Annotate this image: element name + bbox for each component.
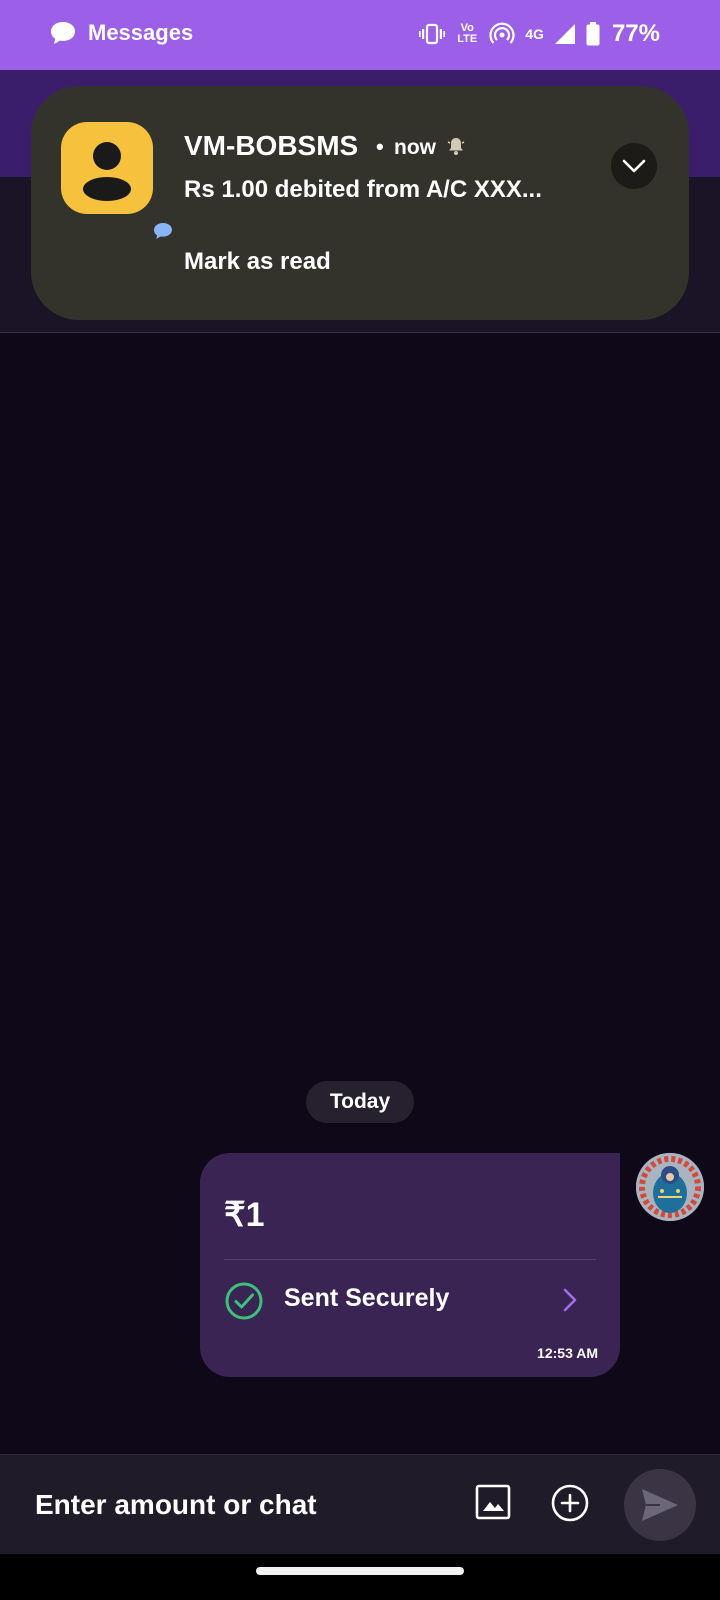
vibrate-icon	[419, 23, 446, 45]
bell-icon	[447, 138, 465, 155]
message-timestamp: 12:53 AM	[537, 1345, 598, 1361]
signal-icon	[554, 24, 575, 44]
status-bar-right: Vo LTE 4G 77%	[419, 20, 660, 48]
heads-up-notification[interactable]: VM-BOBSMS • now Rs 1.00 debited from A/C…	[31, 86, 689, 320]
hotspot-icon	[489, 22, 515, 44]
battery-percent: 77%	[611, 20, 660, 47]
gallery-icon[interactable]	[475, 1484, 511, 1520]
payment-status: Sent Securely	[284, 1284, 450, 1312]
status-bar: Messages Vo LTE 4G 77%	[0, 0, 720, 70]
status-bar-left: Messages	[50, 20, 193, 46]
mark-as-read-button[interactable]: Mark as read	[184, 248, 331, 276]
message-composer: Enter amount or chat	[0, 1454, 720, 1555]
amount-or-chat-input[interactable]: Enter amount or chat	[35, 1489, 317, 1521]
message-badge-icon	[154, 223, 172, 239]
messages-badge	[153, 222, 187, 256]
notification-time: now	[394, 136, 436, 159]
contact-avatar	[61, 122, 187, 256]
expand-notification-button[interactable]	[611, 143, 657, 189]
navigation-bar	[0, 1554, 720, 1600]
notification-sender: VM-BOBSMS	[184, 130, 359, 161]
volte-indicator: Vo LTE	[457, 22, 478, 45]
date-label: Today	[329, 1090, 391, 1113]
profile-photo	[636, 1153, 704, 1221]
send-button[interactable]	[624, 1469, 696, 1541]
status-app-name: Messages	[88, 20, 194, 45]
check-circle-icon	[225, 1282, 263, 1320]
battery-icon	[586, 22, 600, 46]
profile-avatar[interactable]	[636, 1153, 704, 1221]
date-separator: Today	[306, 1081, 414, 1123]
network-type: 4G	[525, 26, 544, 42]
notification-separator: •	[376, 134, 384, 159]
notification-body: Rs 1.00 debited from A/C XXX...	[184, 176, 542, 203]
chevron-down-icon	[622, 159, 646, 173]
payment-message-bubble[interactable]: ₹1 Sent Securely 12:53 AM	[200, 1153, 620, 1377]
add-attachment-icon[interactable]	[550, 1483, 590, 1523]
person-icon	[83, 142, 131, 201]
send-icon	[642, 1489, 678, 1521]
bubble-divider	[224, 1259, 596, 1260]
home-gesture-handle[interactable]	[256, 1567, 464, 1575]
payment-amount: ₹1	[224, 1196, 265, 1234]
message-bubble-icon	[51, 22, 75, 44]
chevron-right-icon[interactable]	[562, 1287, 578, 1313]
